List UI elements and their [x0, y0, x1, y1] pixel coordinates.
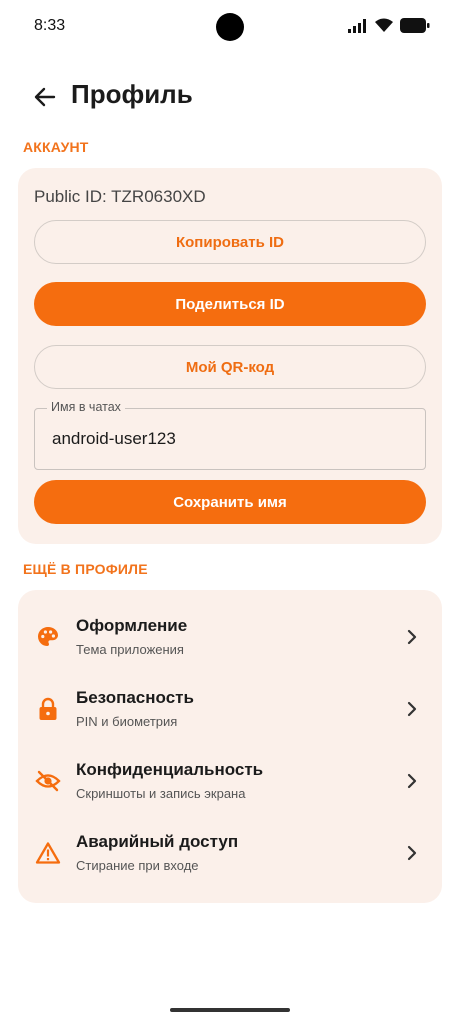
chevron-right-icon [407, 629, 417, 645]
menu-item-title: Оформление [76, 616, 188, 635]
chevron-right-icon [407, 773, 417, 789]
menu-item-title: Аварийный доступ [76, 832, 239, 851]
front-camera [216, 13, 244, 41]
menu-item-title: Безопасность [76, 688, 194, 707]
profile-screen: 8:33 Профиль АККАУНТ Public ID: TZR0630X… [0, 0, 460, 1024]
lock-icon [35, 696, 61, 722]
menu-item-security[interactable]: Безопасность PIN и биометрия [18, 678, 442, 742]
chevron-right-icon [407, 845, 417, 861]
status-icons [348, 18, 430, 33]
public-id-text: Public ID: TZR0630XD [34, 187, 206, 206]
app-bar: Профиль [0, 76, 460, 116]
status-time: 8:33 [34, 17, 66, 34]
chat-name-field[interactable]: Имя в чатах android-user123 [34, 400, 426, 470]
account-card: Public ID: TZR0630XD Копировать ID Подел… [18, 168, 442, 544]
menu-item-subtitle: PIN и биометрия [76, 714, 178, 729]
save-name-button[interactable]: Сохранить имя [34, 480, 426, 524]
arrow-back-icon [34, 87, 56, 107]
page-title: Профиль [71, 79, 193, 109]
signal-icon [348, 18, 366, 33]
more-section-header: ЕЩЁ В ПРОФИЛЕ [23, 561, 148, 577]
status-bar: 8:33 [0, 0, 460, 56]
back-button[interactable] [30, 82, 60, 112]
home-indicator[interactable] [170, 1008, 290, 1012]
menu-item-appearance[interactable]: Оформление Тема приложения [18, 606, 442, 670]
copy-id-button[interactable]: Копировать ID [34, 220, 426, 264]
eye-off-icon [35, 768, 61, 794]
chat-name-label: Имя в чатах [47, 400, 125, 414]
account-section-header: АККАУНТ [23, 139, 89, 155]
share-id-button[interactable]: Поделиться ID [34, 282, 426, 326]
menu-item-subtitle: Стирание при входе [76, 858, 199, 873]
menu-item-title: Конфиденциальность [76, 760, 264, 779]
battery-icon [400, 18, 430, 33]
wifi-icon [375, 18, 393, 32]
menu-item-emergency-access[interactable]: Аварийный доступ Стирание при входе [18, 822, 442, 886]
chat-name-value[interactable]: android-user123 [52, 429, 176, 449]
palette-icon [35, 624, 61, 650]
chevron-right-icon [407, 701, 417, 717]
warning-icon [35, 840, 61, 866]
more-card: Оформление Тема приложения Безопасность … [18, 590, 442, 903]
menu-item-privacy[interactable]: Конфиденциальность Скриншоты и запись эк… [18, 750, 442, 814]
qr-code-button[interactable]: Мой QR-код [34, 345, 426, 389]
menu-item-subtitle: Тема приложения [76, 642, 184, 657]
menu-item-subtitle: Скриншоты и запись экрана [76, 786, 246, 801]
